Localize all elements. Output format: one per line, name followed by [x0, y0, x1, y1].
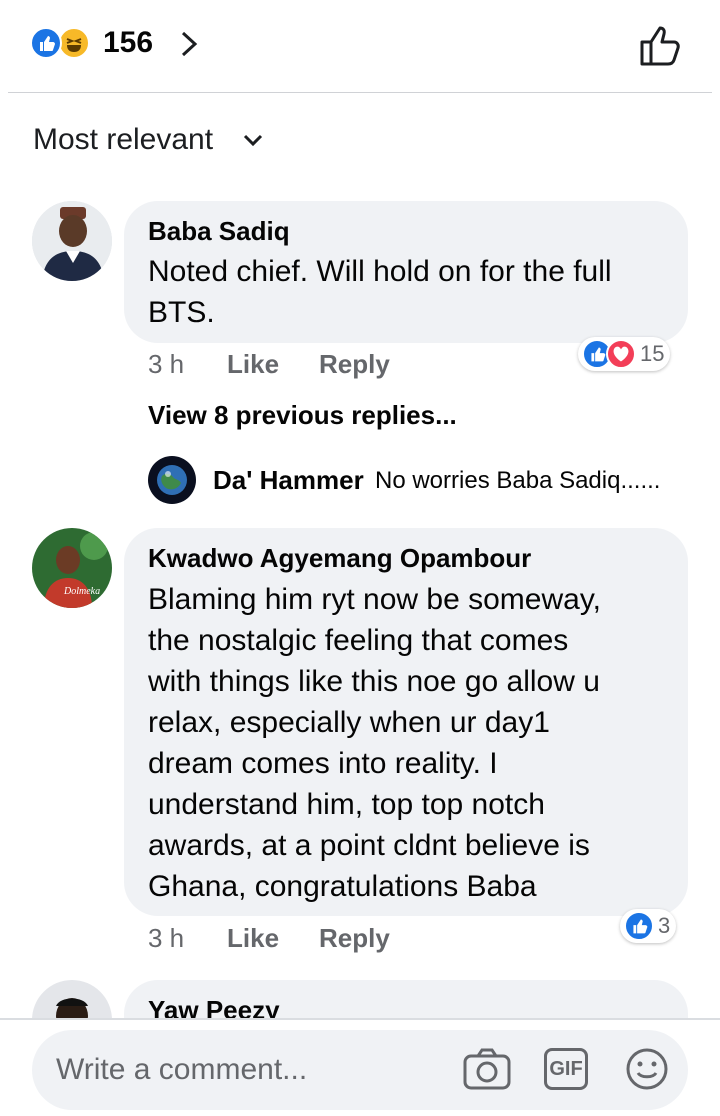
haha-reaction-icon: [58, 27, 90, 59]
like-icon: [624, 911, 654, 941]
comment-text-line: BTS.: [148, 296, 215, 329]
comment-text-line: Noted chief. Will hold on for the full: [148, 255, 612, 288]
love-icon: [606, 339, 636, 369]
chevron-right-icon[interactable]: [178, 30, 200, 58]
comment-input[interactable]: Write a comment... GIF: [32, 1030, 688, 1110]
view-previous-replies[interactable]: View 8 previous replies...: [148, 398, 457, 432]
camera-icon[interactable]: [462, 1046, 512, 1092]
comment-text-line: dream comes into reality. I: [148, 747, 498, 780]
comment-text-line: awards, at a point cldnt believe is: [148, 829, 590, 862]
avatar[interactable]: [32, 201, 112, 281]
avatar[interactable]: Dolmeka: [32, 528, 112, 608]
chevron-down-icon[interactable]: [242, 130, 264, 150]
comment-reactions[interactable]: 3: [620, 909, 677, 943]
svg-text:Dolmeka: Dolmeka: [63, 586, 100, 597]
header-divider: [8, 92, 712, 93]
comment-text-line: understand him, top top notch: [148, 788, 545, 821]
reply-link[interactable]: Reply: [319, 922, 390, 954]
gif-icon[interactable]: GIF: [544, 1048, 588, 1090]
comment-text-line: Ghana, congratulations Baba: [148, 870, 537, 903]
comment-text-line: relax, especially when ur day1: [148, 706, 550, 739]
reaction-count: 3: [658, 913, 671, 938]
like-link[interactable]: Like: [227, 922, 279, 954]
emoji-icon[interactable]: [624, 1046, 670, 1092]
reply-link[interactable]: Reply: [319, 348, 390, 380]
comment-reactions[interactable]: 15: [578, 337, 671, 371]
like-outline-icon[interactable]: [636, 22, 686, 68]
comment-text-line: with things like this noe go allow u: [148, 665, 600, 698]
sort-dropdown-label[interactable]: Most relevant: [33, 120, 213, 160]
comment-author[interactable]: Baba Sadiq: [148, 215, 290, 247]
comment-author[interactable]: Kwadwo Agyemang Opambour: [148, 542, 531, 574]
comment-text-line: Blaming him ryt now be someway,: [148, 583, 601, 616]
reply-author[interactable]: Da' Hammer: [213, 464, 364, 496]
reactions-header[interactable]: 156: [0, 0, 720, 92]
comment-time: 3 h: [148, 349, 185, 379]
avatar[interactable]: [148, 456, 196, 504]
comment-input-placeholder[interactable]: Write a comment...: [56, 1050, 307, 1090]
comment-time: 3 h: [148, 923, 185, 953]
comment-text-line: the nostalgic feeling that comes: [148, 624, 569, 657]
gif-icon-label: GIF: [549, 1058, 583, 1080]
reply-text: No worries Baba Sadiq......: [375, 467, 661, 494]
reaction-count[interactable]: 156: [103, 22, 153, 64]
reaction-count: 15: [640, 341, 665, 366]
like-reaction-icon: [30, 27, 62, 59]
like-link[interactable]: Like: [227, 348, 279, 380]
reply-preview[interactable]: Da' Hammer No worries Baba Sadiq......: [148, 456, 688, 504]
